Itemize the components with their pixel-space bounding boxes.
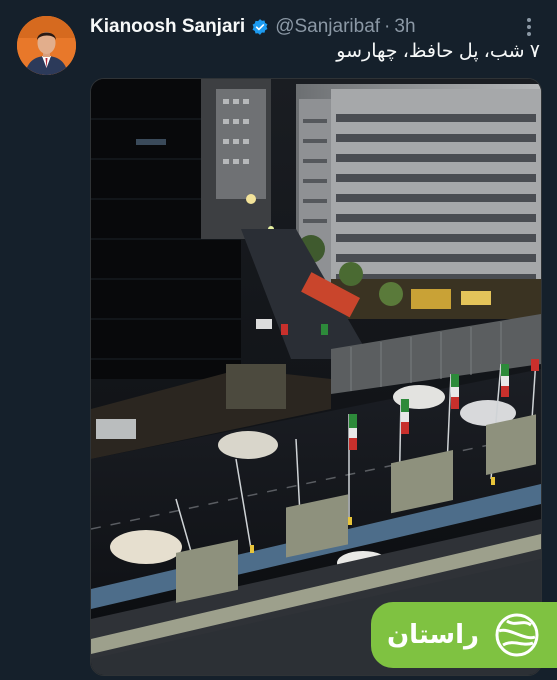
street-night-photo [91,79,541,675]
more-vertical-icon[interactable] [517,14,541,40]
author-handle[interactable]: @Sanjaribaf [275,16,380,38]
brand-watermark: راستان [371,602,557,668]
tweet-header: Kianoosh Sanjari @Sanjaribaf · 3h [90,14,541,40]
avatar-image [17,16,76,75]
tweet-text: ۷ شب، پل حافظ، چهارسو [336,41,540,62]
globe-logo-icon [495,613,539,657]
brand-label: راستان [386,620,479,650]
author-name[interactable]: Kianoosh Sanjari [90,16,245,38]
timestamp[interactable]: 3h [394,16,415,38]
verified-badge-icon [252,19,268,35]
avatar[interactable] [17,16,76,75]
separator-dot: · [384,16,391,37]
tweet-media-photo[interactable] [90,78,542,676]
